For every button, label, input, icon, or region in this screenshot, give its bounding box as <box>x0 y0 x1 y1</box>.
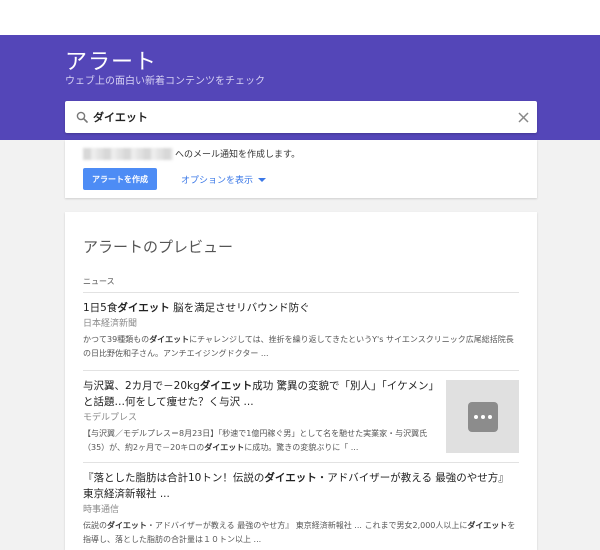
search-box <box>65 101 537 133</box>
news-item-source: 日本経済新聞 <box>83 319 138 329</box>
search-icon <box>71 101 93 133</box>
divider <box>83 462 519 463</box>
news-item[interactable]: 『落とした脂肪は合計10トン！伝説のダイエット・アドバイザーが教える 最強のやせ… <box>83 470 519 547</box>
news-item-title[interactable]: 『落とした脂肪は合計10トン！伝説のダイエット・アドバイザーが教える 最強のやせ… <box>83 470 519 502</box>
show-options-label: オプションを表示 <box>181 176 254 186</box>
news-section-label: ニュース <box>83 277 115 286</box>
more-icon <box>467 401 498 432</box>
divider <box>83 370 519 371</box>
news-item-source: 時事通信 <box>83 505 120 515</box>
email-notice-text: へのメール通知を作成します。 <box>175 150 301 160</box>
email-notice-row: へのメール通知を作成します。 <box>83 147 300 160</box>
preview-title: アラートのプレビュー <box>83 238 234 256</box>
top-white-bar <box>0 0 600 35</box>
triangle-down-icon <box>258 177 267 182</box>
alert-preview-card: アラートのプレビュー ニュース 1日5食ダイエット 脳を満足させリバウンド防ぐ … <box>65 212 537 550</box>
divider <box>83 292 519 293</box>
news-item-source: モデルプレス <box>83 413 138 423</box>
news-item-snippet: 伝説のダイエット・アドバイザーが教える 最強のやせ方』 東京経済新報社 ... … <box>83 521 516 544</box>
search-input[interactable] <box>93 102 509 132</box>
redacted-email <box>83 147 173 160</box>
news-thumbnail[interactable] <box>446 380 519 453</box>
show-options-link[interactable]: オプションを表示 <box>181 173 267 186</box>
page-subtitle: ウェブ上の面白い新着コンテンツをチェック <box>65 76 265 87</box>
close-icon[interactable] <box>509 101 537 133</box>
news-item[interactable]: 与沢翼、2カ月で－20kgダイエット成功 驚異の変貌で「別人」「イケメン」と話題… <box>83 378 435 455</box>
news-item[interactable]: 1日5食ダイエット 脳を満足させリバウンド防ぐ 日本経済新聞 かつて39種類もの… <box>83 300 519 361</box>
news-item-title[interactable]: 1日5食ダイエット 脳を満足させリバウンド防ぐ <box>83 300 519 316</box>
alert-settings-card: へのメール通知を作成します。 アラートを作成 オプションを表示 <box>65 140 537 198</box>
news-item-snippet: 【与沢翼／モデルプレス＝8月23日】「秒速で1億円稼ぐ男」として名を馳せた実業家… <box>83 429 428 452</box>
news-item-snippet: かつて39種類ものダイエットにチャレンジしては、挫折を繰り返してきたというY's… <box>83 335 514 358</box>
create-alert-button[interactable]: アラートを作成 <box>83 168 157 190</box>
news-item-title[interactable]: 与沢翼、2カ月で－20kgダイエット成功 驚異の変貌で「別人」「イケメン」と話題… <box>83 378 435 410</box>
